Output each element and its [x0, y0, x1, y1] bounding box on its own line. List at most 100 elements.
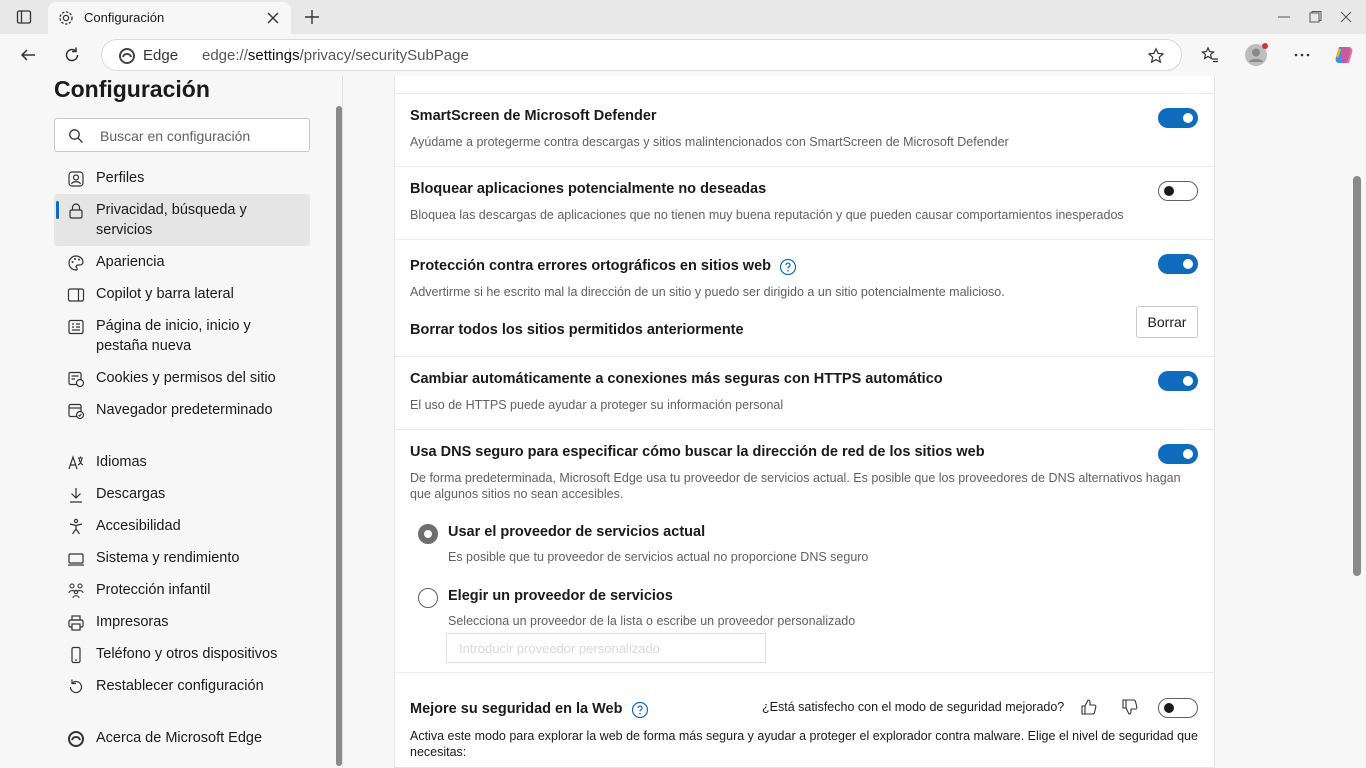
search-input[interactable]: Buscar en configuración	[54, 118, 310, 152]
lock-icon	[69, 203, 83, 219]
sidebar-item-perfiles[interactable]: Perfiles	[54, 168, 310, 192]
gear-icon	[59, 11, 73, 25]
custom-provider-placeholder: Introducir proveedor personalizado	[459, 641, 660, 656]
sidebar-item-sistema[interactable]: Sistema y rendimiento	[54, 548, 310, 572]
default-browser-icon	[68, 403, 85, 420]
favorites-button[interactable]	[1198, 43, 1222, 67]
tab-actions-button[interactable]	[8, 5, 40, 29]
minimize-icon[interactable]	[1276, 10, 1292, 24]
sidebar-item-impresoras[interactable]: Impresoras	[54, 612, 310, 636]
page-title: Configuración	[54, 76, 210, 102]
typo-protection-desc: Advertirme si he escrito mal la direcció…	[410, 285, 1005, 299]
sidebar-item-label: Acerca de Microsoft Edge	[96, 730, 263, 746]
smartscreen-toggle[interactable]	[1158, 108, 1198, 128]
dns-toggle[interactable]	[1158, 444, 1198, 464]
dns-choose-provider-desc: Selecciona un proveedor de la lista o es…	[448, 614, 856, 628]
section-divider	[395, 166, 1214, 167]
settings-content: SmartScreen de Microsoft Defender Ayúdam…	[344, 76, 1366, 768]
sidebar-item-copilot[interactable]: Copilot y barra lateral	[54, 284, 310, 308]
settings-sidebar: Configuración Buscar en configuración Pe…	[5, 76, 343, 768]
dns-desc: De forma predeterminada, Microsoft Edge …	[410, 471, 1181, 501]
section-divider	[395, 356, 1214, 357]
custom-provider-input[interactable]: Introducir proveedor personalizado	[446, 633, 766, 663]
refresh-button[interactable]	[60, 43, 84, 67]
sidebar-item-proteccion-infantil[interactable]: Protección infantil	[54, 580, 310, 604]
printer-icon	[68, 615, 84, 631]
restore-icon[interactable]	[1307, 10, 1323, 24]
typo-protection-toggle[interactable]	[1158, 254, 1198, 274]
url-text[interactable]: edge://settings/privacy/securitySubPage	[202, 47, 469, 64]
sidebar-item-cookies[interactable]: Cookies y permisos del sitio	[54, 368, 310, 392]
more-options-button[interactable]	[1290, 43, 1314, 67]
https-title: Cambiar automáticamente a conexiones más…	[410, 371, 943, 387]
sidebar-item-apariencia[interactable]: Apariencia	[54, 252, 310, 276]
site-label: Edge	[143, 47, 179, 64]
dns-current-provider-label[interactable]: Usar el proveedor de servicios actual	[448, 524, 705, 540]
address-bar[interactable]: Edge edge://settings/privacy/securitySub…	[101, 39, 1182, 71]
dns-current-provider-radio[interactable]	[418, 524, 438, 544]
tab-actions-icon	[16, 10, 32, 24]
pua-toggle[interactable]	[1158, 181, 1198, 201]
section-divider	[395, 239, 1214, 240]
sidebar-item-descargas[interactable]: Descargas	[54, 484, 310, 508]
sidebar-item-idiomas[interactable]: Idiomas	[54, 452, 310, 476]
sidebar-scrollbar[interactable]	[336, 106, 342, 766]
section-divider	[395, 672, 1214, 673]
sidebar-item-label: Accesibilidad	[96, 518, 181, 534]
sidebar-item-inicio[interactable]: Página de inicio, inicio y pestaña nueva	[54, 316, 310, 360]
close-tab-icon[interactable]	[265, 10, 281, 26]
refresh-icon	[65, 47, 79, 62]
palette-icon	[68, 255, 84, 271]
thumbs-up-icon[interactable]	[1080, 698, 1098, 716]
help-icon[interactable]	[779, 258, 797, 276]
tab-settings[interactable]: Configuración	[48, 2, 291, 34]
help-icon[interactable]	[631, 701, 649, 719]
dns-current-provider-desc: Es posible que tu proveedor de servicios…	[448, 550, 869, 564]
dns-choose-provider-radio[interactable]	[418, 588, 438, 608]
edge-logo-icon	[68, 731, 84, 747]
tab-title: Configuración	[84, 10, 165, 25]
language-icon	[68, 455, 84, 470]
back-button[interactable]	[16, 43, 40, 67]
accessibility-icon	[69, 518, 83, 535]
sidebar-item-accesibilidad[interactable]: Accesibilidad	[54, 516, 310, 540]
https-desc: El uso de HTTPS puede ayudar a proteger …	[410, 398, 784, 412]
sidebar-item-label: Restablecer configuración	[96, 678, 264, 694]
copilot-button[interactable]	[1332, 43, 1356, 67]
edge-logo-icon	[119, 48, 135, 64]
enhanced-security-toggle[interactable]	[1158, 698, 1198, 718]
dns-choose-provider-label[interactable]: Elegir un proveedor de servicios	[448, 588, 673, 604]
phone-icon	[71, 646, 81, 664]
sidebar-item-privacidad[interactable]: Privacidad, búsqueda y servicios	[54, 194, 310, 246]
content-scrollbar[interactable]	[1353, 176, 1361, 576]
sidebar-item-label: Privacidad, búsqueda y servicios	[96, 202, 247, 238]
reset-icon	[69, 679, 83, 694]
new-tab-icon[interactable]	[302, 7, 322, 27]
search-placeholder: Buscar en configuración	[100, 128, 251, 144]
clear-sites-button[interactable]: Borrar	[1136, 306, 1198, 338]
close-window-icon[interactable]	[1338, 10, 1354, 24]
https-toggle[interactable]	[1158, 371, 1198, 391]
sidebar-item-label: Página de inicio, inicio y pestaña nueva	[96, 318, 251, 354]
back-arrow-icon	[20, 49, 35, 61]
dns-title: Usa DNS seguro para especificar cómo bus…	[410, 444, 985, 460]
sidebar-item-label: Idiomas	[96, 454, 147, 470]
sidebar-item-label: Teléfono y otros dispositivos	[96, 646, 278, 662]
feedback-question: ¿Está satisfecho con el modo de segurida…	[762, 700, 1065, 714]
sidebar-item-navegador[interactable]: Navegador predeterminado	[54, 400, 310, 424]
search-icon	[69, 129, 83, 143]
address-toolbar: Edge edge://settings/privacy/securitySub…	[0, 34, 1366, 76]
sidebar-item-label: Apariencia	[96, 254, 165, 270]
family-icon	[68, 583, 84, 599]
profile-button[interactable]	[1244, 43, 1268, 67]
sidebar-item-restablecer[interactable]: Restablecer configuración	[54, 676, 310, 700]
sidebar-item-acerca[interactable]: Acerca de Microsoft Edge	[54, 728, 310, 752]
thumbs-down-icon[interactable]	[1121, 698, 1139, 716]
section-divider	[395, 429, 1214, 430]
favorite-star-icon[interactable]	[1147, 47, 1165, 65]
enhanced-security-desc: Activa este modo para explorar la web de…	[410, 729, 1198, 759]
pua-title: Bloquear aplicaciones potencialmente no …	[410, 181, 767, 197]
sidebar-item-label: Descargas	[96, 486, 166, 502]
sidebar-item-telefono[interactable]: Teléfono y otros dispositivos	[54, 644, 310, 668]
copilot-icon	[1335, 47, 1353, 63]
